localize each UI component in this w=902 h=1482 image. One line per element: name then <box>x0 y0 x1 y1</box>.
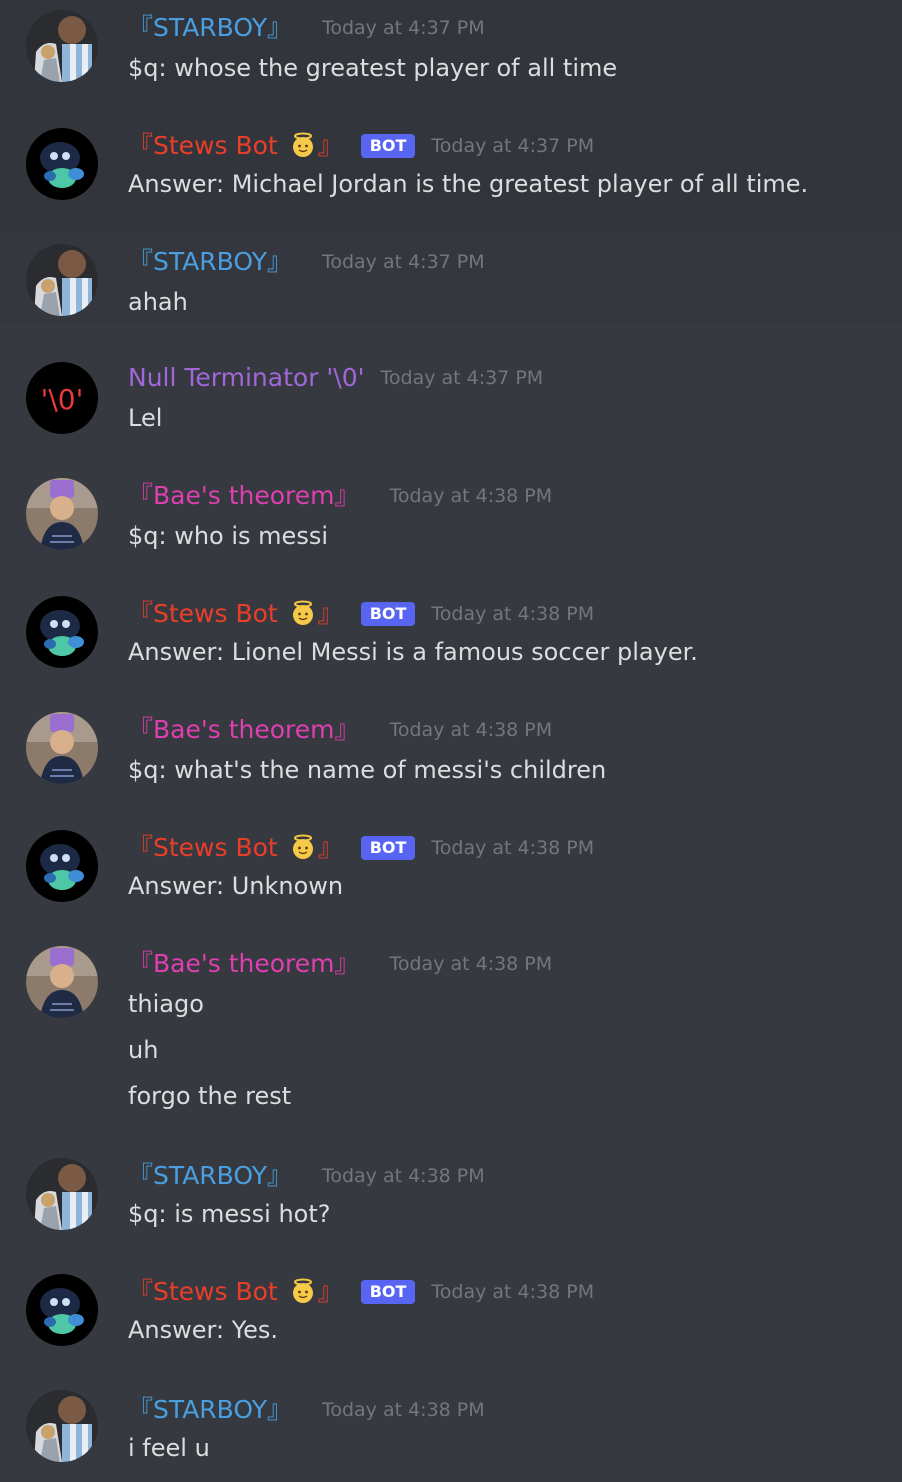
timestamp[interactable]: Today at 4:37 PM <box>322 251 485 273</box>
bot-badge: BOT <box>360 602 416 626</box>
username-text-end: 』 <box>317 1277 343 1306</box>
username-baes-theorem[interactable]: 『Bae's theorem』 <box>128 714 359 746</box>
bot-badge: BOT <box>360 836 416 860</box>
message-text: $q: is messi hot? <box>128 1200 331 1228</box>
message-text: ahah <box>128 288 188 316</box>
username-text: 『Stews Bot <box>128 833 286 862</box>
timestamp[interactable]: Today at 4:38 PM <box>322 1399 485 1421</box>
message-group: 『Stews Bot 』 BOT Today at 4:38 PM Answer… <box>0 794 902 912</box>
avatar-baes-theorem[interactable] <box>26 478 98 550</box>
message-text: uh <box>128 1036 159 1064</box>
timestamp[interactable]: Today at 4:38 PM <box>389 485 552 507</box>
username-stews-bot[interactable]: 『Stews Bot 』 <box>128 598 343 630</box>
avatar-starboy[interactable] <box>26 244 98 316</box>
timestamp[interactable]: Today at 4:38 PM <box>431 1281 594 1303</box>
message-text: thiago <box>128 990 204 1018</box>
avatar-baes-theorem[interactable] <box>26 712 98 784</box>
avatar-starboy[interactable] <box>26 1390 98 1462</box>
timestamp[interactable]: Today at 4:38 PM <box>431 603 594 625</box>
message-group: 『Stews Bot 』 BOT Today at 4:37 PM Answer… <box>0 116 902 234</box>
message-text: Lel <box>128 404 163 432</box>
timestamp[interactable]: Today at 4:38 PM <box>389 719 552 741</box>
message-group: 『Stews Bot 』 BOT Today at 4:38 PM Answer… <box>0 1238 902 1356</box>
message-group: 『STARBOY』 Today at 4:37 PM $q: whose the… <box>0 0 902 116</box>
message-text: forgo the rest <box>128 1082 292 1110</box>
message-text: $q: who is messi <box>128 522 328 550</box>
message-group: 『STARBOY』 Today at 4:38 PM $q: is messi … <box>0 1122 902 1238</box>
message-group: '\0' Null Terminator '\0' Today at 4:37 … <box>0 324 902 444</box>
angel-emoji-icon <box>290 1278 316 1304</box>
avatar-starboy[interactable] <box>26 1158 98 1230</box>
message-text: Answer: Michael Jordan is the greatest p… <box>128 170 809 198</box>
username-starboy[interactable]: 『STARBOY』 <box>128 246 292 278</box>
username-starboy[interactable]: 『STARBOY』 <box>128 1394 292 1426</box>
username-text: 『Stews Bot <box>128 131 286 160</box>
timestamp[interactable]: Today at 4:38 PM <box>322 1165 485 1187</box>
username-text-end: 』 <box>317 599 343 628</box>
avatar-null-terminator[interactable]: '\0' <box>26 362 98 434</box>
angel-emoji-icon <box>290 834 316 860</box>
timestamp[interactable]: Today at 4:37 PM <box>322 17 485 39</box>
username-starboy[interactable]: 『STARBOY』 <box>128 1160 292 1192</box>
angel-emoji-icon <box>290 132 316 158</box>
timestamp[interactable]: Today at 4:37 PM <box>431 135 594 157</box>
message-text: Answer: Yes. <box>128 1316 279 1344</box>
username-text: 『Stews Bot <box>128 1277 286 1306</box>
username-text: 『Stews Bot <box>128 599 286 628</box>
username-text-end: 』 <box>317 131 343 160</box>
message-group: 『Bae's theorem』 Today at 4:38 PM $q: wha… <box>0 678 902 794</box>
bot-badge: BOT <box>360 1280 416 1304</box>
avatar-stews-bot[interactable] <box>26 128 98 200</box>
username-text-end: 』 <box>317 833 343 862</box>
message-text: i feel u <box>128 1434 210 1462</box>
username-stews-bot[interactable]: 『Stews Bot 』 <box>128 1276 343 1308</box>
message-group: 『Stews Bot 』 BOT Today at 4:38 PM Answer… <box>0 560 902 678</box>
username-starboy[interactable]: 『STARBOY』 <box>128 12 292 44</box>
message-group: 『STARBOY』 Today at 4:38 PM i feel u <box>0 1356 902 1482</box>
timestamp[interactable]: Today at 4:38 PM <box>431 837 594 859</box>
timestamp[interactable]: Today at 4:37 PM <box>381 367 544 389</box>
avatar-text: '\0' <box>41 383 84 416</box>
avatar-stews-bot[interactable] <box>26 830 98 902</box>
message-text: $q: what's the name of messi's children <box>128 756 607 784</box>
username-null-terminator[interactable]: Null Terminator '\0' <box>128 362 365 394</box>
message-text: Answer: Unknown <box>128 872 344 900</box>
username-baes-theorem[interactable]: 『Bae's theorem』 <box>128 948 359 980</box>
avatar-starboy[interactable] <box>26 10 98 82</box>
timestamp[interactable]: Today at 4:38 PM <box>389 953 552 975</box>
message-text: Answer: Lionel Messi is a famous soccer … <box>128 638 698 666</box>
message-group: 『Bae's theorem』 Today at 4:38 PM $q: who… <box>0 444 902 560</box>
username-stews-bot[interactable]: 『Stews Bot 』 <box>128 130 343 162</box>
message-group: 『Bae's theorem』 Today at 4:38 PM thiago … <box>0 912 902 1122</box>
message-group: 『STARBOY』 Today at 4:37 PM ahah <box>0 234 902 324</box>
avatar-stews-bot[interactable] <box>26 1274 98 1346</box>
avatar-stews-bot[interactable] <box>26 596 98 668</box>
angel-emoji-icon <box>290 600 316 626</box>
bot-badge: BOT <box>360 134 416 158</box>
username-stews-bot[interactable]: 『Stews Bot 』 <box>128 832 343 864</box>
username-baes-theorem[interactable]: 『Bae's theorem』 <box>128 480 359 512</box>
message-text: $q: whose the greatest player of all tim… <box>128 54 618 82</box>
avatar-baes-theorem[interactable] <box>26 946 98 1018</box>
